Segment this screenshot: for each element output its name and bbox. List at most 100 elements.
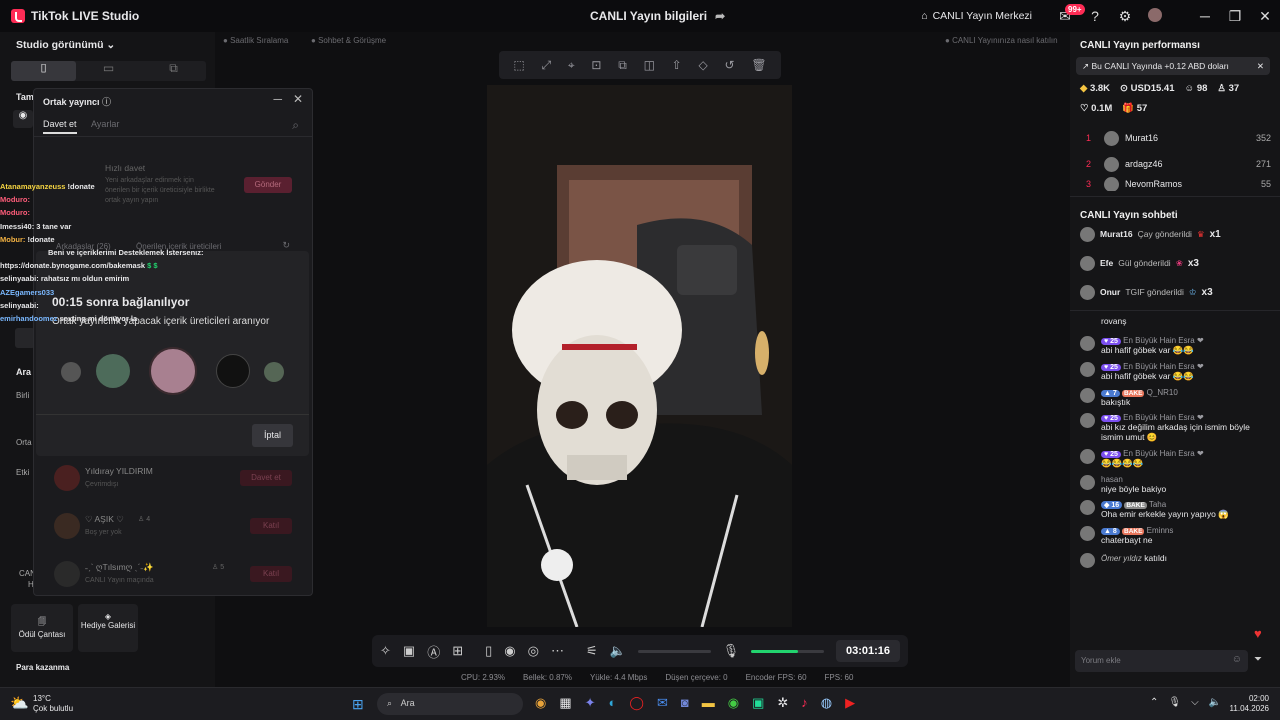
tiktok-icon[interactable]: ♪ bbox=[801, 695, 808, 711]
ranking-row[interactable]: 1 Murat16 352 bbox=[1086, 125, 1271, 151]
close-icon[interactable]: ✕ bbox=[293, 92, 303, 106]
microphone-icon[interactable]: 🎙 bbox=[723, 643, 740, 659]
select-icon[interactable]: ⬚ bbox=[513, 58, 524, 72]
calculator-icon[interactable]: ▦ bbox=[559, 695, 571, 711]
live-center-label: CANLI Yayın Merkezi bbox=[932, 10, 1032, 22]
search-icon[interactable]: ⌕ bbox=[292, 118, 299, 133]
portrait-icon[interactable]: ▯ bbox=[11, 61, 76, 81]
microphone-icon[interactable]: 🎙 bbox=[1168, 697, 1181, 708]
delete-icon[interactable]: 🗑 bbox=[751, 58, 766, 72]
settings-gear-icon[interactable]: ⚙ bbox=[1110, 8, 1140, 25]
edge-icon[interactable]: ◐ bbox=[609, 695, 617, 711]
teams-icon[interactable]: ✦ bbox=[585, 695, 596, 711]
chrome-alt-icon[interactable]: ◉ bbox=[728, 695, 739, 711]
gifts-value: 57 bbox=[1136, 103, 1148, 114]
gift-gallery-button[interactable]: ◈ Hediye Galerisi bbox=[78, 604, 138, 652]
join-button[interactable]: Katıl bbox=[250, 518, 292, 534]
screen-share-icon[interactable]: ▣ bbox=[403, 643, 415, 659]
phone-icon[interactable]: ▯ bbox=[485, 643, 492, 659]
dual-icon[interactable]: ⧉ bbox=[141, 61, 206, 81]
more-icon[interactable]: ⋯ bbox=[551, 643, 564, 659]
candidate-avatar bbox=[61, 362, 81, 382]
close-icon[interactable]: ✕ bbox=[1250, 8, 1280, 25]
reward-bag-button[interactable]: 🗐 Ödül Çantası bbox=[11, 604, 73, 652]
speaker-icon[interactable]: 🔈 bbox=[610, 643, 626, 659]
expand-icon[interactable]: ⤢ bbox=[541, 58, 551, 73]
close-icon[interactable]: ✕ bbox=[1257, 57, 1264, 75]
stream-control-bar: ✧ ▣ Ⓐ ⊞ ▯ ◉ ◎ ⋯ ⚟ 🔈 🎙 03:01:16 bbox=[372, 635, 908, 667]
avatar bbox=[1080, 362, 1095, 377]
add-source-icon[interactable]: ⊞ bbox=[452, 643, 463, 659]
chat-meet-tab[interactable]: ● Sohbet & Görüşme bbox=[311, 36, 386, 45]
avatar bbox=[1080, 413, 1095, 428]
crosshair-icon[interactable]: ⌖ bbox=[568, 58, 575, 73]
ai-icon[interactable]: Ⓐ bbox=[427, 642, 440, 661]
mixer-icon[interactable]: ⚟ bbox=[586, 643, 598, 659]
overlay-chat-user: emirhandoomez bbox=[0, 314, 58, 324]
layers-icon[interactable]: ◇ bbox=[699, 58, 708, 72]
filter-icon[interactable]: ⏷ bbox=[1254, 654, 1262, 665]
help-icon[interactable]: ⓘ bbox=[102, 97, 111, 107]
maximize-icon[interactable]: ❐ bbox=[1220, 8, 1250, 25]
chat-overlay: Atanamayanzeuss !donate Moduro: Moduro: … bbox=[0, 180, 204, 325]
cancel-button[interactable]: İptal bbox=[252, 424, 293, 447]
ranking-row[interactable]: 2 ardagz46 271 bbox=[1086, 151, 1271, 177]
minimize-icon[interactable]: ─ bbox=[1190, 8, 1220, 24]
hourly-ranking-label: Saatlik Sıralama bbox=[230, 36, 289, 45]
likes-value: 0.1M bbox=[1091, 103, 1113, 114]
upload-icon[interactable]: ⇧ bbox=[672, 58, 682, 72]
gift-text: Çay gönderildi bbox=[1137, 229, 1192, 239]
clock[interactable]: 02:00 11.04.2026 bbox=[1225, 694, 1269, 714]
refresh-icon[interactable]: ↻ bbox=[282, 240, 290, 251]
effects-icon[interactable]: ◎ bbox=[528, 643, 539, 659]
rank-number: 3 bbox=[1086, 179, 1092, 189]
copy-icon[interactable]: ⧉ bbox=[618, 58, 627, 73]
join-button[interactable]: Katıl bbox=[250, 566, 292, 582]
source-tile[interactable] bbox=[15, 328, 35, 348]
landscape-icon[interactable]: ▭ bbox=[76, 61, 141, 81]
taskbar-search[interactable]: ⌕ Ara bbox=[377, 693, 523, 715]
notification-icon[interactable]: ✉ 99+ bbox=[1050, 3, 1085, 25]
time: 02:00 bbox=[1248, 694, 1269, 703]
magic-wand-icon[interactable]: ✧ bbox=[380, 643, 391, 659]
live-info-button[interactable]: CANLI Yayın bilgileri ➦ bbox=[590, 9, 725, 23]
gift-gallery-label: Hediye Galerisi bbox=[80, 621, 136, 630]
youtube-icon[interactable]: ▶ bbox=[845, 695, 855, 711]
comment-input[interactable]: Yorum ekle ☺ bbox=[1075, 650, 1248, 672]
speaker-volume-slider[interactable] bbox=[637, 649, 711, 653]
ranking-row[interactable]: 3 NevomRamos 55 bbox=[1086, 177, 1271, 191]
mail-icon[interactable]: ✉ bbox=[657, 695, 668, 711]
record-icon[interactable]: ◉ bbox=[504, 643, 515, 659]
send-button[interactable]: Gönder bbox=[244, 177, 292, 193]
invite-button[interactable]: Davet et bbox=[240, 470, 292, 486]
chevron-up-icon[interactable]: ⌃ bbox=[1150, 697, 1158, 708]
chrome-icon[interactable]: ◉ bbox=[535, 695, 546, 711]
hourly-ranking-tab[interactable]: ● Saatlik Sıralama bbox=[223, 36, 288, 45]
minimize-icon[interactable]: ─ bbox=[273, 92, 282, 106]
network-icon[interactable]: ⌵ bbox=[1191, 697, 1199, 708]
tab-invite[interactable]: Davet et bbox=[43, 119, 77, 134]
folder-icon[interactable]: ▬ bbox=[702, 695, 715, 711]
opera-icon[interactable]: ◯ bbox=[629, 695, 644, 711]
avatar[interactable] bbox=[1140, 7, 1170, 25]
openai-icon[interactable]: ✲ bbox=[777, 695, 788, 711]
mirror-icon[interactable]: ◫ bbox=[644, 58, 655, 72]
heart-icon[interactable]: ♥ bbox=[1254, 626, 1262, 641]
live-center-button[interactable]: ⌂ CANLI Yayın Merkezi bbox=[921, 10, 1032, 22]
steam-icon[interactable]: ◍ bbox=[821, 695, 832, 711]
weather-widget[interactable]: 13°C Çok bulutlu bbox=[33, 694, 73, 714]
volume-icon[interactable]: 🔈 bbox=[1209, 697, 1221, 708]
crop-icon[interactable]: ⊡ bbox=[591, 58, 601, 72]
emoji-icon[interactable]: ☺ bbox=[1232, 654, 1242, 665]
rank-number: 2 bbox=[1086, 159, 1092, 169]
app-icon[interactable]: ▣ bbox=[752, 695, 764, 711]
rotate-icon[interactable]: ↺ bbox=[725, 58, 735, 72]
windows-start-icon[interactable]: ⊞ bbox=[352, 696, 364, 713]
fan-badge: BAKE bbox=[1122, 528, 1145, 535]
encoder-fps-stat: Encoder FPS: 60 bbox=[745, 673, 807, 682]
camera-icon[interactable]: ◉ bbox=[13, 110, 33, 128]
discord-icon[interactable]: ◙ bbox=[681, 695, 689, 711]
studio-view-dropdown[interactable]: Studio görünümü ⌄ bbox=[16, 39, 115, 51]
mic-volume-slider[interactable] bbox=[751, 649, 824, 653]
tab-settings[interactable]: Ayarlar bbox=[91, 119, 119, 129]
